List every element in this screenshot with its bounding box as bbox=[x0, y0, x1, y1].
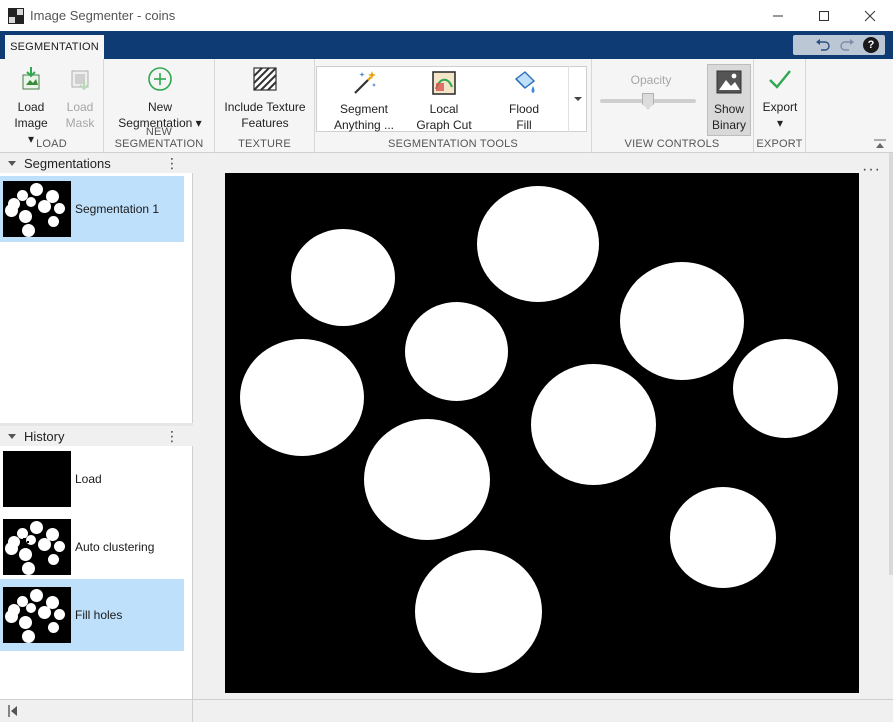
coin-mask bbox=[477, 186, 599, 302]
segmentations-panel-header[interactable]: Segmentations ⋮ bbox=[0, 153, 193, 173]
local-graph-cut-button[interactable]: Local Graph Cut bbox=[409, 69, 479, 133]
coin-mask bbox=[670, 487, 776, 588]
close-icon bbox=[864, 10, 876, 21]
segmentation-tools-expand-button[interactable] bbox=[568, 66, 587, 132]
flood-fill-button[interactable]: Flood Fill bbox=[489, 69, 559, 133]
load-section-label: LOAD bbox=[36, 138, 67, 150]
new-segmentation-section-label: NEW SEGMENTATION bbox=[114, 126, 204, 150]
coin-mask bbox=[291, 229, 395, 326]
maximize-button[interactable] bbox=[801, 0, 847, 31]
load-section: Load Image ▾ Load Mask LOAD bbox=[0, 59, 104, 153]
app-icon bbox=[8, 7, 24, 24]
status-bar-left bbox=[0, 700, 193, 722]
history-item-load[interactable]: Load bbox=[0, 446, 184, 512]
collapse-triangle-icon bbox=[8, 160, 16, 166]
coin-mask bbox=[620, 262, 744, 380]
close-button[interactable] bbox=[847, 0, 893, 31]
coin-mask bbox=[405, 302, 508, 401]
coin-mask bbox=[364, 419, 490, 540]
segmentation-tools-gallery: Segment Anything ... Local Graph Cut Flo… bbox=[316, 66, 587, 132]
minimize-button[interactable] bbox=[755, 0, 801, 31]
segmentation-image[interactable] bbox=[225, 173, 859, 693]
history-thumbnail bbox=[3, 587, 71, 643]
status-bar bbox=[0, 699, 893, 722]
load-image-button[interactable]: Load Image ▾ bbox=[10, 65, 52, 147]
show-binary-icon bbox=[716, 70, 742, 94]
history-item-auto-clustering[interactable]: Auto clustering bbox=[0, 514, 184, 580]
coin-mask bbox=[531, 364, 656, 485]
opacity-label: Opacity bbox=[630, 73, 672, 87]
checkmark-icon bbox=[766, 65, 794, 93]
coin-mask bbox=[733, 339, 838, 438]
left-panel: Segmentations ⋮ Segmentation 1 History ⋮… bbox=[0, 153, 193, 699]
texture-section: Include Texture Features TEXTURE bbox=[215, 59, 315, 153]
window-title: Image Segmenter - coins bbox=[30, 8, 176, 23]
history-thumbnail bbox=[3, 519, 71, 575]
collapse-toolstrip-button[interactable] bbox=[873, 138, 887, 150]
texture-section-label: TEXTURE bbox=[238, 138, 291, 150]
history-menu-icon[interactable]: ⋮ bbox=[165, 428, 179, 444]
collapse-left-icon[interactable] bbox=[8, 705, 18, 717]
coin-mask bbox=[415, 550, 542, 673]
chevron-down-icon bbox=[574, 97, 582, 101]
view-controls-section-label: VIEW CONTROLS bbox=[624, 138, 720, 150]
tab-segmentation[interactable]: SEGMENTATION bbox=[5, 35, 104, 59]
texture-icon bbox=[251, 65, 279, 93]
opacity-slider-thumb[interactable] bbox=[642, 93, 654, 109]
segmentation-tools-section-label: SEGMENTATION TOOLS bbox=[388, 138, 518, 150]
segmentations-menu-icon[interactable]: ⋮ bbox=[165, 155, 179, 171]
opacity-slider[interactable] bbox=[600, 93, 696, 109]
history-thumbnail bbox=[3, 451, 71, 507]
segmentation-item[interactable]: Segmentation 1 bbox=[0, 176, 184, 242]
tab-strip: SEGMENTATION ? bbox=[0, 31, 893, 59]
export-section: Export ▾ EXPORT bbox=[754, 59, 806, 153]
new-segmentation-section: New Segmentation ▾ NEW SEGMENTATION bbox=[104, 59, 215, 153]
history-item-fill-holes[interactable]: Fill holes bbox=[0, 579, 184, 651]
undo-icon bbox=[816, 39, 830, 51]
undo-button[interactable] bbox=[813, 36, 833, 54]
vertical-scrollbar[interactable] bbox=[889, 153, 893, 575]
view-options-icon[interactable]: ··· bbox=[862, 161, 881, 179]
magic-wand-icon bbox=[350, 69, 378, 97]
title-bar: Image Segmenter - coins bbox=[0, 0, 893, 31]
quick-access-toolbar: ? bbox=[793, 35, 885, 55]
show-binary-toggle[interactable]: Show Binary bbox=[707, 64, 751, 136]
include-texture-features-button[interactable]: Include Texture Features bbox=[219, 65, 311, 131]
load-mask-icon bbox=[66, 65, 94, 93]
new-segmentation-button[interactable]: New Segmentation ▾ bbox=[112, 65, 208, 131]
minimize-icon bbox=[773, 15, 783, 16]
help-button[interactable]: ? bbox=[861, 36, 881, 54]
segment-anything-button[interactable]: Segment Anything ... bbox=[329, 69, 399, 133]
load-image-icon bbox=[17, 65, 45, 93]
redo-icon bbox=[840, 39, 854, 51]
help-icon: ? bbox=[863, 37, 879, 53]
paint-bucket-icon bbox=[510, 69, 538, 97]
image-view-area: ··· bbox=[194, 153, 893, 699]
collapse-triangle-icon bbox=[8, 433, 16, 439]
export-section-label: EXPORT bbox=[756, 138, 803, 150]
coin-mask bbox=[240, 339, 364, 456]
segmentation-thumbnail bbox=[3, 181, 71, 237]
load-mask-button[interactable]: Load Mask bbox=[60, 65, 100, 131]
graph-cut-icon bbox=[430, 69, 458, 97]
export-button[interactable]: Export ▾ bbox=[758, 65, 802, 131]
redo-button[interactable] bbox=[837, 36, 857, 54]
add-circle-icon bbox=[146, 65, 174, 93]
collapse-icon bbox=[874, 139, 886, 148]
history-panel-header[interactable]: History ⋮ bbox=[0, 426, 193, 446]
window-controls bbox=[755, 0, 893, 31]
maximize-icon bbox=[819, 10, 829, 21]
